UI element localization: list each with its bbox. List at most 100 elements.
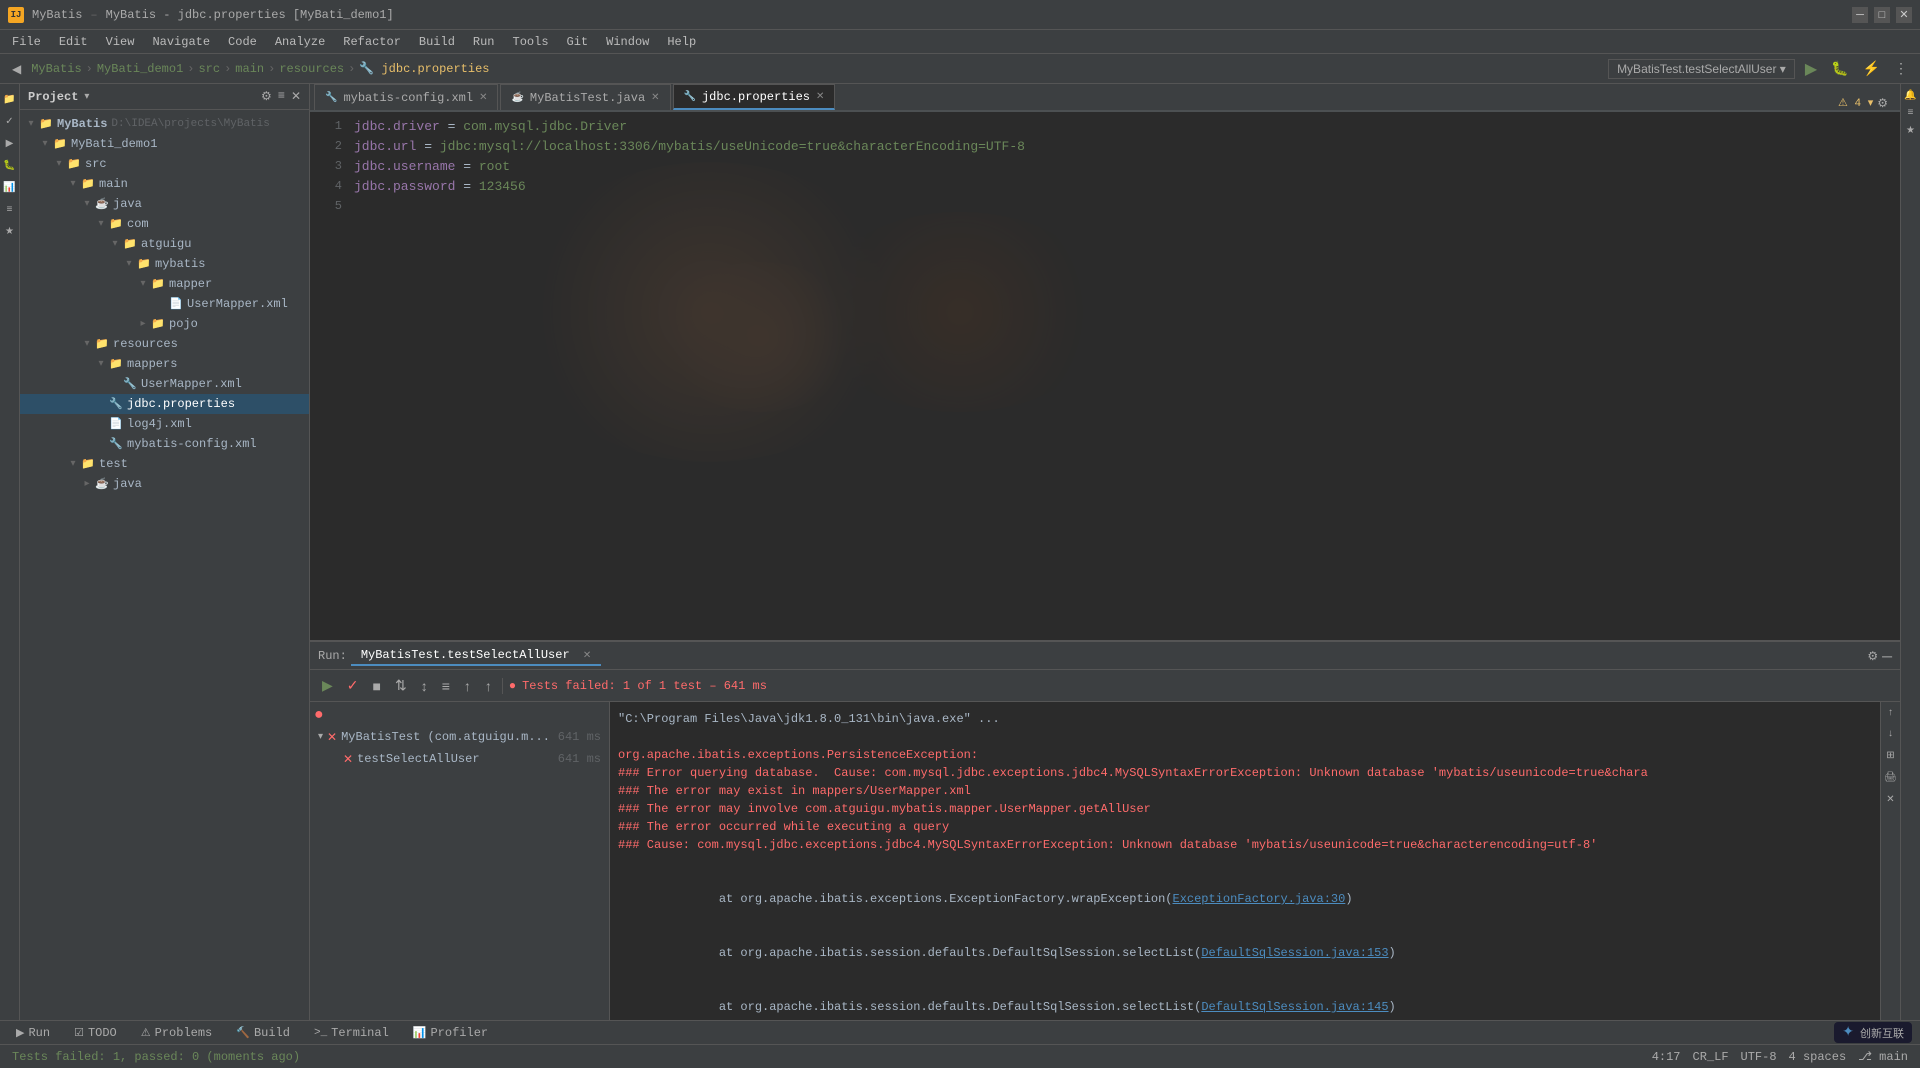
menu-git[interactable]: Git [559,33,597,51]
back-button[interactable]: ◀ [8,60,25,78]
bottom-tab-profiler[interactable]: 📊 Profiler [405,1024,496,1042]
tree-item-jdbc-properties[interactable]: ▸ 🔧 jdbc.properties [20,394,309,414]
run-gutter-delete[interactable]: ✕ [1884,792,1896,808]
tab-mybatistest-close[interactable]: ✕ [651,92,659,104]
run-status: ● Tests failed: 1 of 1 test – 641 ms [509,679,767,693]
tree-item-mapper[interactable]: ▾ 📁 mapper [20,274,309,294]
run-tab-close[interactable]: ✕ [583,651,591,662]
menu-view[interactable]: View [98,33,143,51]
tree-item-atguigu[interactable]: ▾ 📁 atguigu [20,234,309,254]
tree-item-test[interactable]: ▾ 📁 test [20,454,309,474]
breadcrumb: MyBatis › MyBati_demo1 › src › main › re… [31,61,489,76]
tree-item-test-java[interactable]: ▸ ☕ java [20,474,309,494]
tree-item-resources[interactable]: ▾ 📁 resources [20,334,309,354]
menu-run[interactable]: Run [465,33,503,51]
bottom-tab-build[interactable]: 🔨 Build [228,1024,298,1042]
menu-window[interactable]: Window [598,33,657,51]
run-tree-mybatistest[interactable]: ▾ ✕ MyBatisTest (com.atguigu.m... 641 ms [314,726,605,748]
panel-close-btn[interactable]: ✕ [291,89,301,104]
tree-item-mybatis-config[interactable]: ▸ 🔧 mybatis-config.xml [20,434,309,454]
run-config-selector[interactable]: MyBatisTest.testSelectAllUser ▾ [1608,59,1795,79]
menu-analyze[interactable]: Analyze [267,33,333,51]
tree-item-com[interactable]: ▾ 📁 com [20,214,309,234]
right-icon-favorites[interactable]: ★ [1904,123,1917,139]
toolbar: ◀ MyBatis › MyBati_demo1 › src › main › … [0,54,1920,84]
rerun-button[interactable]: ▶ [318,675,337,696]
tree-item-log4j[interactable]: ▸ 📄 log4j.xml [20,414,309,434]
output-link-1[interactable]: ExceptionFactory.java:30 [1173,892,1346,906]
bottom-tab-todo[interactable]: ☑ TODO [66,1024,125,1042]
close-button[interactable]: ✕ [1896,7,1912,23]
menu-tools[interactable]: Tools [505,33,557,51]
run-tab-test[interactable]: MyBatisTest.testSelectAllUser ✕ [351,646,601,666]
run-panel-settings[interactable]: ⚙ [1867,649,1878,663]
panel-collapse-btn[interactable]: ⚙ [261,89,272,104]
tree-item-mappers[interactable]: ▾ 📁 mappers [20,354,309,374]
more-actions[interactable]: ⋮ [1890,58,1912,79]
run-gutter-down[interactable]: ↓ [1885,727,1895,742]
bottom-tab-problems[interactable]: ⚠ Problems [133,1024,220,1042]
right-icon-notifications[interactable]: 🔔 [1902,88,1918,104]
tree-item-pojo[interactable]: ▸ 📁 pojo [20,314,309,334]
tree-item-mybatis-pkg[interactable]: ▾ 📁 mybatis [20,254,309,274]
minimize-button[interactable]: ─ [1852,7,1868,23]
tab-jdbc-close[interactable]: ✕ [816,91,824,103]
toggle-tree[interactable]: ≡ [438,676,454,696]
menu-navigate[interactable]: Navigate [144,33,218,51]
run-panel-minimize[interactable]: ─ [1882,648,1892,664]
output-stack-3: at org.apache.ibatis.session.defaults.De… [618,980,1872,1020]
run-button[interactable]: ▶ [1801,57,1821,81]
debug-button[interactable]: 🐛 [1827,58,1852,79]
tree-item-mybatis[interactable]: ▾ 📁 MyBatis D:\IDEA\projects\MyBatis [20,114,309,134]
run-with-coverage[interactable]: ⚡ [1859,58,1884,79]
tree-item-src[interactable]: ▾ 📁 src [20,154,309,174]
left-icon-commit[interactable]: ✓ [2,114,18,130]
editor-settings-btn[interactable]: ⚙ [1877,96,1888,110]
menu-code[interactable]: Code [220,33,265,51]
tree-item-main[interactable]: ▾ 📁 main [20,174,309,194]
breadcrumb-mybatis[interactable]: MyBatis [31,62,81,76]
menu-edit[interactable]: Edit [51,33,96,51]
title-text: MyBatis - jdbc.properties [MyBati_demo1] [106,8,394,22]
stop-button[interactable]: ■ [369,676,385,696]
left-icon-debug[interactable]: 🐛 [2,158,18,174]
output-link-3[interactable]: DefaultSqlSession.java:145 [1201,1000,1388,1014]
breadcrumb-demo[interactable]: MyBati_demo1 [97,62,183,76]
menu-build[interactable]: Build [411,33,463,51]
run-gutter-print[interactable]: 🖨 [1882,770,1899,786]
tree-item-usermapper[interactable]: ▸ 🔧 UserMapper.xml [20,374,309,394]
menu-help[interactable]: Help [659,33,704,51]
maximize-button[interactable]: □ [1874,7,1890,23]
tree-item-java[interactable]: ▾ ☕ java [20,194,309,214]
tree-item-demo1[interactable]: ▾ 📁 MyBati_demo1 [20,134,309,154]
left-icon-run[interactable]: ▶ [2,136,18,152]
output-link-2[interactable]: DefaultSqlSession.java:153 [1201,946,1388,960]
tab-mybatistest[interactable]: ☕ MyBatisTest.java ✕ [500,84,670,110]
bottom-tab-terminal[interactable]: >_ Terminal [306,1024,397,1042]
restore-layout[interactable]: ⇅ [391,675,411,696]
left-icon-profiler[interactable]: 📊 [2,180,18,196]
left-icon-structure[interactable]: ≡ [2,202,18,218]
tree-item-usermapper-xml[interactable]: ▸ 📄 UserMapper.xml [20,294,309,314]
breadcrumb-main[interactable]: main [235,62,264,76]
status-test-result: Tests failed: 1, passed: 0 (moments ago) [12,1050,300,1064]
bottom-tab-run[interactable]: ▶ Run [8,1024,58,1042]
run-gutter-split[interactable]: ⊞ [1884,748,1896,764]
left-icon-bookmark[interactable]: ★ [2,224,18,240]
rerun-failed[interactable]: ✓ [343,675,363,696]
scroll-up[interactable]: ↑ [481,676,496,696]
left-icon-project[interactable]: 📁 [2,92,18,108]
breadcrumb-src[interactable]: src [198,62,220,76]
breadcrumb-resources[interactable]: resources [279,62,344,76]
run-tree-test-method[interactable]: ▸ ✕ testSelectAllUser 641 ms [314,748,605,770]
menu-file[interactable]: File [4,33,49,51]
panel-gear-btn[interactable]: ≡ [278,89,285,104]
run-gutter-up[interactable]: ↑ [1885,706,1895,721]
right-icon-structure[interactable]: ≡ [1905,106,1915,121]
export-btn[interactable]: ↑ [460,676,475,696]
sort-alpha[interactable]: ↕ [417,676,432,696]
menu-refactor[interactable]: Refactor [335,33,409,51]
tab-mybatis-config-close[interactable]: ✕ [479,92,487,104]
tab-mybatis-config[interactable]: 🔧 mybatis-config.xml ✕ [314,84,498,110]
tab-jdbc-properties[interactable]: 🔧 jdbc.properties ✕ [673,84,836,110]
